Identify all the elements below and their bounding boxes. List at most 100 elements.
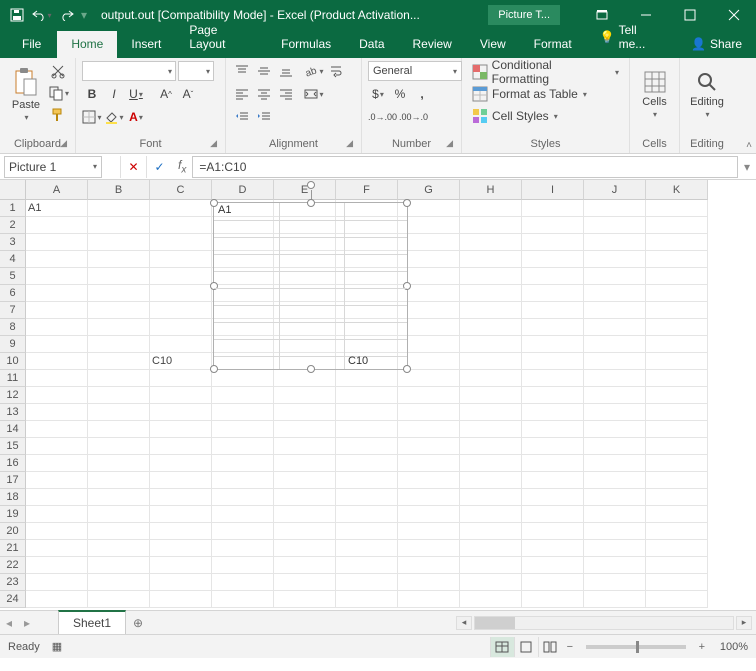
cell[interactable]: [584, 353, 646, 370]
cell[interactable]: [584, 540, 646, 557]
font-size-combo[interactable]: ▾: [178, 61, 214, 81]
tab-data[interactable]: Data: [345, 31, 398, 58]
cell[interactable]: [336, 557, 398, 574]
cell[interactable]: [212, 506, 274, 523]
cell[interactable]: [460, 370, 522, 387]
cell[interactable]: [336, 591, 398, 608]
zoom-slider[interactable]: [586, 645, 686, 649]
cell[interactable]: [460, 353, 522, 370]
cell[interactable]: [26, 404, 88, 421]
cell[interactable]: [522, 506, 584, 523]
row-header[interactable]: 8: [0, 319, 26, 336]
conditional-formatting-button[interactable]: Conditional Formatting▾: [468, 61, 623, 83]
cell[interactable]: [88, 336, 150, 353]
page-break-view-button[interactable]: [538, 637, 562, 657]
cell[interactable]: [88, 540, 150, 557]
cell[interactable]: [522, 540, 584, 557]
cell[interactable]: [88, 217, 150, 234]
bold-button[interactable]: B: [82, 84, 102, 104]
cell[interactable]: [584, 438, 646, 455]
cell[interactable]: [150, 523, 212, 540]
row-header[interactable]: 10: [0, 353, 26, 370]
cell[interactable]: [336, 387, 398, 404]
cell[interactable]: [584, 506, 646, 523]
resize-handle[interactable]: [210, 365, 218, 373]
cell[interactable]: [274, 540, 336, 557]
cell[interactable]: [88, 574, 150, 591]
row-header[interactable]: 23: [0, 574, 26, 591]
column-header[interactable]: K: [646, 180, 708, 200]
format-painter-button[interactable]: [48, 105, 69, 125]
cell[interactable]: [646, 353, 708, 370]
cell[interactable]: [584, 472, 646, 489]
cell[interactable]: [212, 540, 274, 557]
column-header[interactable]: I: [522, 180, 584, 200]
cell[interactable]: [150, 336, 212, 353]
cell[interactable]: [584, 268, 646, 285]
tab-insert[interactable]: Insert: [117, 31, 175, 58]
cell[interactable]: [88, 591, 150, 608]
cell[interactable]: [212, 404, 274, 421]
row-header[interactable]: 19: [0, 506, 26, 523]
cell[interactable]: [584, 319, 646, 336]
cell[interactable]: [150, 557, 212, 574]
cell[interactable]: [26, 387, 88, 404]
cell[interactable]: [274, 591, 336, 608]
cell[interactable]: [88, 523, 150, 540]
cell[interactable]: [88, 234, 150, 251]
cell[interactable]: [274, 404, 336, 421]
cell[interactable]: [88, 319, 150, 336]
select-all-triangle[interactable]: [0, 180, 26, 200]
comma-format-button[interactable]: ,: [412, 84, 432, 104]
row-header[interactable]: 13: [0, 404, 26, 421]
cell[interactable]: [584, 421, 646, 438]
embedded-picture[interactable]: A1 C10: [213, 202, 408, 370]
underline-button[interactable]: U▾: [126, 84, 146, 104]
cell[interactable]: [646, 200, 708, 217]
cell[interactable]: [150, 319, 212, 336]
cell[interactable]: [460, 285, 522, 302]
cell[interactable]: [88, 489, 150, 506]
cell[interactable]: [646, 336, 708, 353]
cell[interactable]: [646, 421, 708, 438]
decrease-indent-button[interactable]: [232, 107, 252, 127]
sheet-nav-next[interactable]: ▸: [18, 611, 36, 635]
align-top-button[interactable]: [232, 61, 252, 81]
italic-button[interactable]: I: [104, 84, 124, 104]
cell[interactable]: [150, 268, 212, 285]
cell[interactable]: [88, 455, 150, 472]
cell[interactable]: [88, 472, 150, 489]
cell[interactable]: [460, 421, 522, 438]
cell[interactable]: [522, 421, 584, 438]
cell[interactable]: [88, 387, 150, 404]
scroll-left-button[interactable]: ◂: [456, 616, 472, 630]
column-header[interactable]: D: [212, 180, 274, 200]
cell[interactable]: [26, 438, 88, 455]
cell[interactable]: [584, 387, 646, 404]
zoom-out-button[interactable]: −: [562, 641, 578, 653]
cell[interactable]: [584, 217, 646, 234]
cell[interactable]: [150, 217, 212, 234]
cell[interactable]: [522, 251, 584, 268]
close-button[interactable]: [712, 0, 756, 30]
cell[interactable]: [274, 523, 336, 540]
cell[interactable]: [460, 319, 522, 336]
cell[interactable]: [150, 591, 212, 608]
cell[interactable]: [336, 506, 398, 523]
new-sheet-button[interactable]: ⊕: [126, 616, 150, 630]
redo-icon[interactable]: [56, 4, 78, 26]
cell[interactable]: [646, 557, 708, 574]
row-header[interactable]: 4: [0, 251, 26, 268]
rotate-handle[interactable]: [307, 181, 315, 189]
copy-button[interactable]: ▾: [48, 83, 69, 103]
cell[interactable]: [646, 387, 708, 404]
resize-handle[interactable]: [403, 365, 411, 373]
cell[interactable]: [522, 438, 584, 455]
cell[interactable]: [460, 268, 522, 285]
resize-handle[interactable]: [403, 199, 411, 207]
row-header[interactable]: 20: [0, 523, 26, 540]
cell[interactable]: [522, 285, 584, 302]
row-header[interactable]: 14: [0, 421, 26, 438]
align-left-button[interactable]: [232, 84, 252, 104]
row-header[interactable]: 15: [0, 438, 26, 455]
